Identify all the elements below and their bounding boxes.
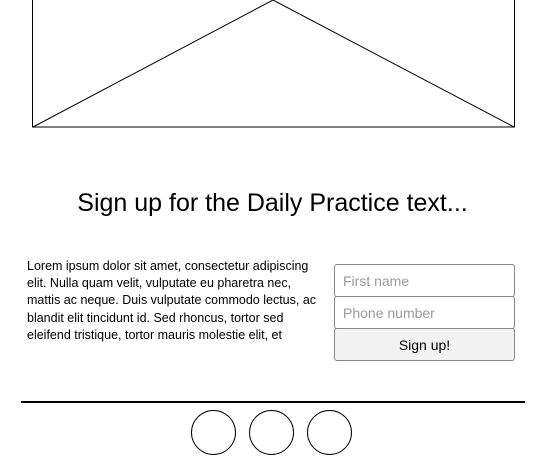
- phone-number-field[interactable]: [334, 296, 515, 329]
- circle-icon[interactable]: [307, 410, 352, 455]
- circle-icon[interactable]: [191, 410, 236, 455]
- page-heading: Sign up for the Daily Practice text...: [77, 189, 468, 217]
- first-name-field[interactable]: [334, 264, 515, 297]
- sign-up-button[interactable]: Sign up!: [334, 328, 515, 361]
- image-placeholder: [32, 0, 516, 134]
- body-text: Lorem ipsum dolor sit amet, consectetur …: [27, 259, 317, 342]
- signup-form: Sign up!: [334, 264, 515, 361]
- footer-divider: [21, 401, 525, 403]
- circle-icon[interactable]: [249, 410, 294, 455]
- image-placeholder-icon: [32, 0, 515, 128]
